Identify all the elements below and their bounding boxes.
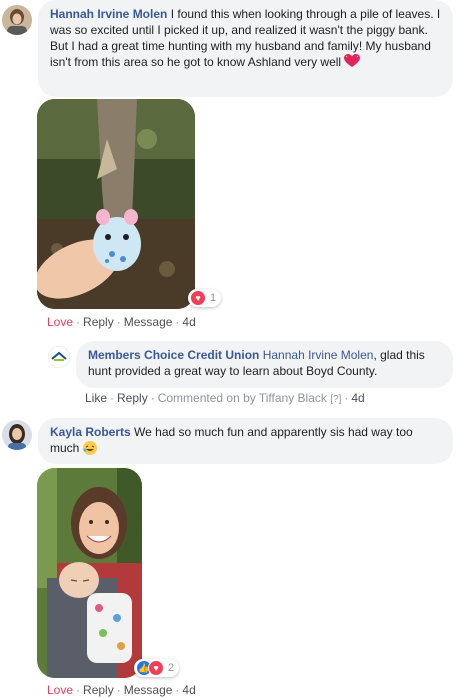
avatar-members-choice[interactable] (48, 346, 70, 368)
comment-bubble-kayla: Kayla Roberts We had so much fun and app… (38, 418, 453, 464)
author-name[interactable]: Hannah Irvine Molen (50, 7, 167, 21)
reply-button[interactable]: Reply (83, 683, 114, 697)
reaction-summary[interactable]: 👍 ♥ 2 (134, 659, 180, 677)
comment-actions: Love · Reply · Message · 4d (47, 683, 196, 697)
message-button[interactable]: Message (124, 683, 173, 697)
timestamp[interactable]: 4d (351, 391, 364, 405)
love-reaction-icon: ♥ (190, 290, 206, 306)
comment-photo-selfie[interactable] (37, 468, 142, 678)
comment-photo-toy[interactable] (37, 99, 195, 309)
commented-by: Commented on by Tiffany Black (157, 391, 327, 405)
avatar-kayla[interactable] (2, 420, 32, 450)
reaction-summary[interactable]: ♥ 1 (188, 289, 222, 307)
author-name[interactable]: Kayla Roberts (50, 425, 131, 439)
help-link[interactable]: [?] (330, 394, 341, 405)
avatar-hannah[interactable] (2, 5, 32, 35)
sparkling-heart-icon (344, 54, 361, 72)
like-button[interactable]: Like (85, 391, 107, 405)
reply-button[interactable]: Reply (117, 391, 148, 405)
rofl-icon (82, 441, 97, 459)
love-button[interactable]: Love (47, 315, 73, 329)
reaction-count: 2 (168, 662, 175, 674)
timestamp[interactable]: 4d (182, 315, 195, 329)
message-button[interactable]: Message (124, 315, 173, 329)
reply-button[interactable]: Reply (83, 315, 114, 329)
reaction-count: 1 (210, 292, 217, 304)
author-name[interactable]: Members Choice Credit Union (88, 348, 259, 362)
love-reaction-icon: ♥ (148, 660, 164, 676)
comment-bubble-members-choice: Members Choice Credit Union Hannah Irvin… (76, 341, 453, 388)
reply-actions: Like · Reply · Commented on by Tiffany Black… (85, 391, 365, 405)
comment-actions: Love · Reply · Message · 4d (47, 315, 196, 329)
love-button[interactable]: Love (47, 683, 73, 697)
mention-link[interactable]: Hannah Irvine Molen (263, 348, 374, 362)
timestamp[interactable]: 4d (182, 683, 195, 697)
comment-bubble-hannah: Hannah Irvine Molen I found this when lo… (38, 0, 453, 97)
